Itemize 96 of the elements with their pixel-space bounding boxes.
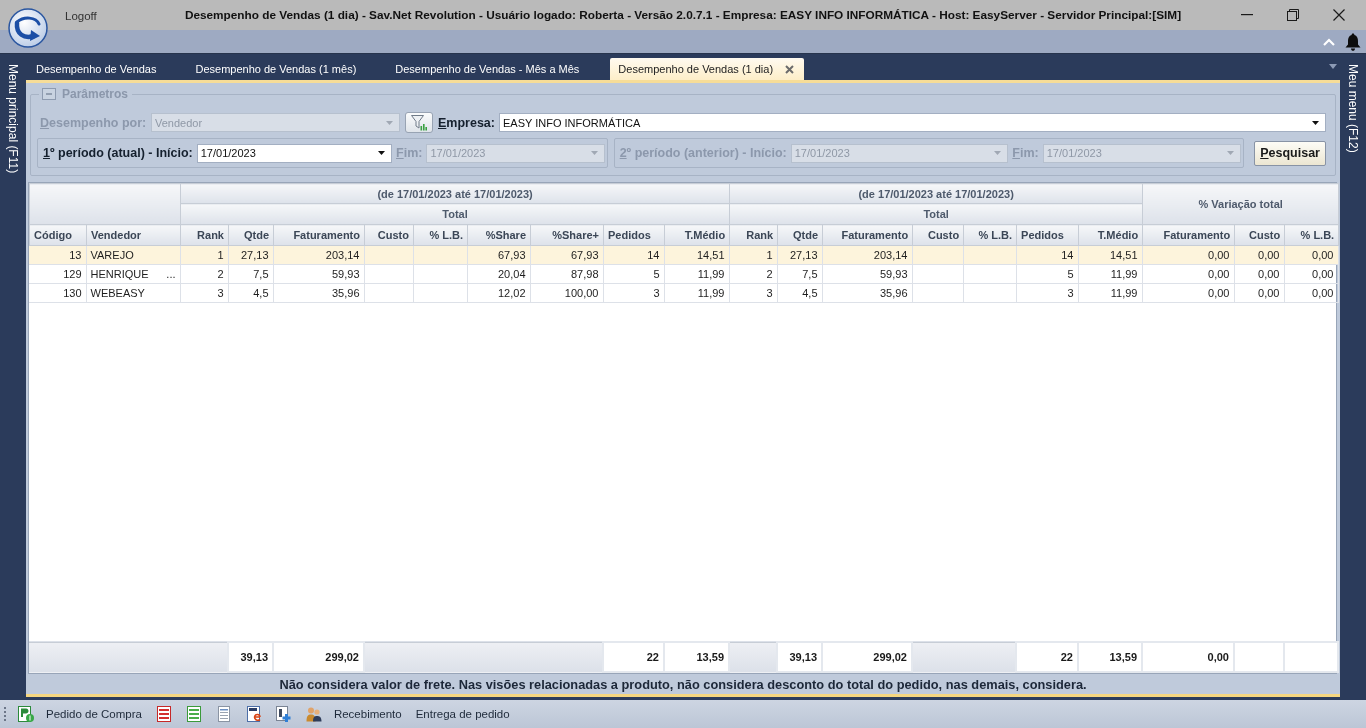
- total-cell: 299,02: [273, 642, 364, 672]
- logoff-button[interactable]: Logoff: [65, 10, 97, 22]
- total-cell: 13,59: [1078, 642, 1142, 672]
- table-cell: 0,00: [1142, 246, 1234, 265]
- table-cell: 4,5: [777, 283, 822, 303]
- table-cell: 3: [603, 283, 664, 303]
- table-cell: 59,93: [273, 264, 364, 284]
- total-cell: 22: [603, 642, 664, 672]
- table-cell: 130: [29, 283, 86, 303]
- field-label: Empresa:: [438, 115, 495, 130]
- filter-button[interactable]: [405, 112, 433, 133]
- table-cell: 5: [603, 264, 664, 284]
- table-cell: 0,00: [1234, 246, 1284, 265]
- table-cell: WEBEASY: [86, 283, 180, 303]
- table-cell: VAREJO: [86, 246, 180, 265]
- table-cell: 2: [729, 264, 777, 284]
- table-cell: 3: [729, 283, 777, 303]
- table-cell: 1: [180, 246, 228, 265]
- table-cell: 13: [29, 246, 86, 265]
- close-icon[interactable]: [785, 64, 795, 74]
- table-row[interactable]: 130 WEBEASY 3 4,5 35,96 12,02 100,00 3 11,99 3 4,5 35,96 3 11,99 0,00 0,00 0,00: [29, 283, 1338, 303]
- funnel-icon: [411, 114, 427, 131]
- table-cell: 0,00: [1234, 283, 1284, 303]
- table-cell: 0,00: [1284, 283, 1338, 303]
- table-cell: 11,99: [1078, 283, 1142, 303]
- total-cell: 299,02: [822, 642, 912, 672]
- close-icon[interactable]: [1333, 9, 1345, 21]
- band-header: (de 17/01/2023 até 17/01/2023): [180, 183, 730, 204]
- tab[interactable]: Desempenho de Vendas (1 mês): [187, 58, 367, 80]
- table-row[interactable]: 13 VAREJO 1 27,13 203,14 67,93 67,93 14 14,51 1 27,13 203,14 14 14,51 0,00 0,00 0,00: [29, 246, 1338, 265]
- band-header: Total: [180, 203, 730, 225]
- date-field[interactable]: 17/01/2023: [196, 143, 393, 163]
- table-cell: 14: [1016, 246, 1078, 265]
- table-cell: 100,00: [530, 283, 603, 303]
- cell-text: HENRIQUE: [90, 268, 149, 280]
- search-button[interactable]: Pesquisar: [1254, 140, 1326, 166]
- table-cell: 0,00: [1284, 264, 1338, 284]
- table-cell: 11,99: [1078, 264, 1142, 284]
- table-cell: 0,00: [1142, 264, 1234, 284]
- table-cell: 129: [29, 264, 86, 284]
- table-cell: 35,96: [273, 283, 364, 303]
- table-cell: 11,99: [664, 283, 729, 303]
- minimize-icon[interactable]: [1241, 14, 1253, 16]
- table-cell: 67,93: [467, 246, 530, 265]
- tab[interactable]: Desempenho de Vendas - Mês a Mês: [387, 58, 590, 80]
- table-cell: 0,00: [1284, 246, 1338, 265]
- tab[interactable]: Desempenho de Vendas (1 dia): [610, 58, 805, 80]
- toolbar-button[interactable]: Recebimento: [298, 703, 409, 725]
- window-title: Desempenho de Vendas (1 dia) - Sav.Net Revolution - Usuário logado: Roberta - Versão 2.0.7.1 - Empresa: EASY INFO INFORMÁTICA - Host: EasyServer - Servidor Principal:[SIM]: [184, 8, 1182, 22]
- table-cell: 12,02: [467, 283, 530, 303]
- table-cell: 7,5: [228, 264, 273, 284]
- table-cell: 35,96: [822, 283, 912, 303]
- side-menu-tab[interactable]: Meu menu (F12): [1346, 64, 1360, 153]
- table-cell: 1: [729, 246, 777, 265]
- total-cell: 13,59: [664, 642, 729, 672]
- column-header[interactable]: Código: [29, 224, 87, 246]
- table-row[interactable]: 129 HENRIQUE ... 2 7,5 59,93 20,04 87,98 5 11,99 2 7,5 59,93 5 11,99 0,00 0,00 0,00: [29, 264, 1338, 284]
- table-cell: 14,51: [664, 246, 729, 265]
- table-cell: 2: [180, 264, 228, 284]
- table-cell: 87,98: [530, 264, 603, 284]
- table-cell: 3: [180, 283, 228, 303]
- table-cell: 67,93: [530, 246, 603, 265]
- band-header: Total: [729, 203, 1143, 225]
- total-cell: 0,00: [1142, 642, 1234, 672]
- caret-icon[interactable]: [378, 151, 386, 155]
- table-cell: 203,14: [273, 246, 364, 265]
- total-cell: 39,13: [228, 642, 273, 672]
- table-cell: 203,14: [822, 246, 912, 265]
- table-cell: 0,00: [1142, 283, 1234, 303]
- field-label: 1º período (atual) - Início:: [43, 146, 193, 160]
- toolbar-button[interactable]: Pedido de Compra: [11, 703, 149, 725]
- table-cell: 0,00: [1234, 264, 1284, 284]
- overflow-mark: ...: [166, 268, 176, 280]
- table-cell: 27,13: [228, 246, 273, 265]
- caret-icon[interactable]: [1312, 120, 1319, 125]
- table-cell: 5: [1016, 264, 1078, 284]
- total-cell: 22: [1016, 642, 1078, 672]
- side-menu-tab[interactable]: Menu principal (F11): [6, 64, 20, 174]
- table-cell: 4,5: [228, 283, 273, 303]
- table-cell: 3: [1016, 283, 1078, 303]
- table-cell: 14: [603, 246, 664, 265]
- tab[interactable]: Desempenho de Vendas: [28, 58, 167, 80]
- band-header: (de 17/01/2023 até 17/01/2023): [729, 183, 1143, 204]
- band-header: % Variação total: [1142, 183, 1339, 225]
- table-cell: 14,51: [1078, 246, 1142, 265]
- toolbar-button[interactable]: Entrega de pedido: [408, 703, 517, 725]
- table-cell: 20,04: [467, 264, 530, 284]
- total-cell: 39,13: [777, 642, 822, 672]
- footer-note: Não considera valor de frete. Nas visões relacionadas a produto, não considera desconto do total do pedido, nas demais, considera.: [278, 675, 1088, 694]
- dropdown-field[interactable]: EASY INFO INFORMÁTICA: [499, 113, 1326, 132]
- table-cell: 27,13: [777, 246, 822, 265]
- restore-icon[interactable]: [1287, 9, 1299, 21]
- table-cell: 11,99: [664, 264, 729, 284]
- table-cell: 59,93: [822, 264, 912, 284]
- bell-icon[interactable]: [1345, 33, 1361, 51]
- table-cell: 7,5: [777, 264, 822, 284]
